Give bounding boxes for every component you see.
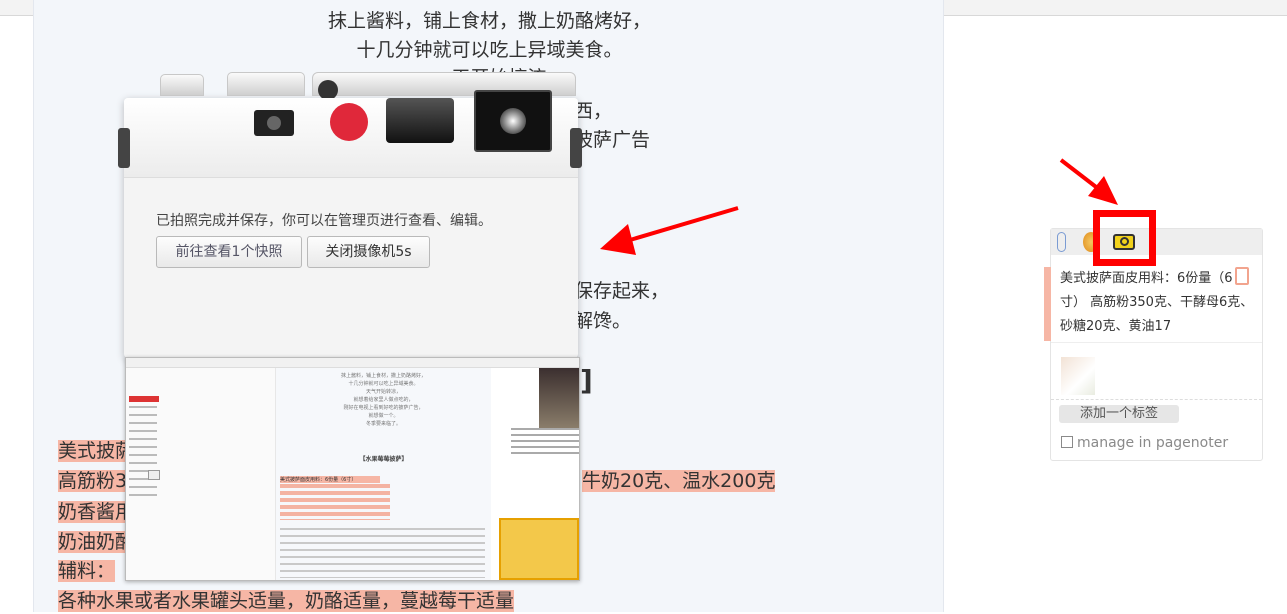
view-snapshots-button[interactable]: 前往查看1个快照 [156,236,302,268]
camera-strap-right [570,128,582,168]
article-line: 十几分钟就可以吃上异域美食。 [356,39,623,61]
thumb-sidebar [126,368,276,580]
camera-window [386,98,454,143]
mic-icon[interactable] [1057,232,1066,252]
highlighted-line[interactable]: 奶香酱用 [58,499,135,525]
article-line: 抹上酱料，铺上食材，撒上奶酪烤好， [327,10,651,32]
thumb-right-column [491,368,579,580]
snapshot-thumbnail[interactable]: 抹上酱料，铺上食材，撒上奶酪烤好， 十几分钟就可以吃上异域美食。 天气开始转凉，… [125,357,580,581]
camera-icon-highlight-box [1093,210,1156,266]
note-accent-bar [1044,267,1051,341]
thumb-toolbar [126,358,579,368]
thumb-article: 抹上酱料，铺上食材，撒上奶酪烤好， 十几分钟就可以吃上异域美食。 天气开始转凉，… [276,368,491,580]
highlighted-line[interactable]: 辅料： [58,558,116,584]
article-line: 保存起来， [574,280,670,302]
camera-strap-left [118,128,130,168]
pagenoter-panel: 美式披萨面皮用料：6份量（6寸） 高筋粉350克、干酵母6克、砂糖20克、黄油1… [1044,228,1263,461]
camera-flash-window [474,90,552,152]
camera-viewfinder [254,110,294,136]
external-link-icon [1061,436,1073,448]
add-tag-button[interactable]: 添加一个标签 [1059,405,1179,423]
close-camera-button[interactable]: 关闭摄像机5s [307,236,430,268]
manage-link[interactable]: manage in pagenoter [1061,435,1228,451]
arrow-to-camera-icon-line [1059,158,1102,192]
highlighted-line[interactable]: 牛奶20克、温水200克 [582,468,776,494]
article-line: 解馋。 [574,310,632,332]
highlighted-line[interactable]: 各种水果或者水果罐头适量，奶酪适量，蔓越莓干适量 [58,588,515,614]
article-line: 西， [574,100,613,122]
camera-red-dot-logo [330,103,368,141]
camera-dial [227,72,305,96]
highlighted-line[interactable]: 高筋粉3 [58,468,128,494]
pagenoter-toolbar [1051,229,1262,255]
snapshot-thumb-icon[interactable] [1061,357,1095,395]
highlighted-line[interactable]: 美式披萨 [58,438,135,464]
snapshot-saved-message: 已拍照完成并保存，你可以在管理页进行查看、编辑。 [156,213,492,229]
highlighted-line[interactable]: 奶油奶酪 [58,529,135,555]
arrow-to-camera-icon-head [1088,176,1118,205]
camera-popup: 已拍照完成并保存，你可以在管理页进行查看、编辑。 前往查看1个快照 关闭摄像机5… [118,72,582,358]
thumb-title: 【水果莓莓披萨】 [359,456,408,463]
thumb-highlight: 美式披萨面皮用料：6份量（6寸） [280,476,380,483]
section-heading-fragment: ] [580,364,593,397]
note-text[interactable]: 美式披萨面皮用料：6份量（6寸） 高筋粉350克、干酵母6克、砂糖20克、黄油1… [1060,267,1255,339]
camera-dial [160,74,204,96]
camera-shutter-knob [318,80,338,100]
article-line: 披萨广告 [574,129,651,151]
trash-icon[interactable] [1235,267,1249,285]
camera-top [124,90,578,178]
